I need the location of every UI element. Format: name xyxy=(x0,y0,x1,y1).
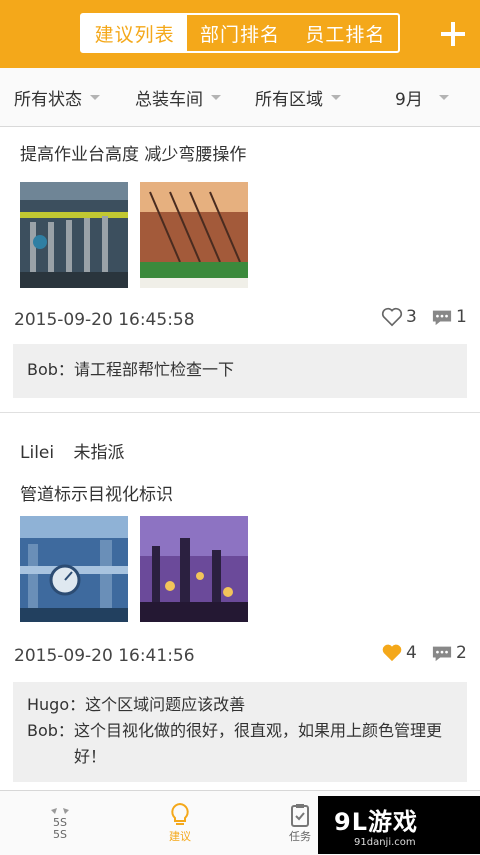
comment-text: 请工程部帮忙检查一下 xyxy=(73,360,234,379)
post-photo-1[interactable] xyxy=(20,516,128,622)
comment-count-text: 2 xyxy=(456,643,467,663)
comment-bubble-icon xyxy=(432,310,452,326)
watermark-logo: 9L游戏 91danji.com xyxy=(318,796,480,854)
post-timestamp: 2015-09-20 16:45:58 xyxy=(14,310,195,330)
caret-down-icon xyxy=(90,94,100,100)
filter-bar: 所有状态 总装车间 所有区域 9月 xyxy=(0,68,480,127)
filter-workshop-label: 总装车间 xyxy=(135,89,203,110)
comment-text: 这个目视化做的很好，很直观，如果用上颜色管理更好！ xyxy=(73,721,442,766)
comment-bubble-icon xyxy=(432,646,452,662)
comment-text: 这个区域问题应该改善 xyxy=(85,695,246,714)
nav-5s[interactable]: 5S 5S xyxy=(20,791,100,855)
like-count-text: 3 xyxy=(406,307,417,327)
post-author-line: Lilei 未指派 xyxy=(20,438,125,463)
post-timestamp: 2015-09-20 16:41:56 xyxy=(14,646,195,666)
post-status: 未指派 xyxy=(73,443,125,463)
filter-workshop[interactable]: 总装车间 xyxy=(135,68,221,126)
tab-suggestion-list[interactable]: 建议列表 xyxy=(82,15,188,51)
svg-text:5S: 5S xyxy=(53,816,67,828)
post-title: 管道标示目视化标识 xyxy=(20,485,173,505)
comment-box: Bob： 请工程部帮忙检查一下 xyxy=(13,344,467,398)
segmented-tabs: 建议列表 部门排名 员工排名 xyxy=(80,13,400,53)
post-title: 提高作业台高度 减少弯腰操作 xyxy=(20,145,247,165)
tab-employee-ranking[interactable]: 员工排名 xyxy=(293,15,398,51)
lightbulb-icon xyxy=(171,802,189,825)
post-photo-2[interactable] xyxy=(140,182,248,288)
5s-icon: 5S xyxy=(51,807,69,828)
like-count[interactable]: 3 xyxy=(381,307,417,327)
comment-line: Hugo： 这个区域问题应该改善 xyxy=(27,692,453,718)
comment-author: Bob： xyxy=(27,360,74,379)
plus-icon[interactable] xyxy=(440,16,466,52)
watermark-sub: 91danji.com xyxy=(354,837,416,848)
filter-month-label: 9月 xyxy=(395,89,423,110)
nav-suggestion-label: 建议 xyxy=(169,830,191,843)
caret-down-icon xyxy=(211,94,221,100)
filter-status[interactable]: 所有状态 xyxy=(14,68,100,126)
divider xyxy=(0,412,480,413)
clipboard-icon xyxy=(291,804,309,827)
nav-task-label: 任务 xyxy=(289,830,311,843)
comment-count-text: 1 xyxy=(456,307,467,327)
caret-down-icon xyxy=(438,94,449,100)
comment-box: Hugo： 这个区域问题应该改善 Bob： 这个目视化做的很好，很直观，如果用上… xyxy=(13,682,467,782)
comment-count[interactable]: 2 xyxy=(431,643,467,663)
heart-outline-icon xyxy=(381,307,403,327)
filter-area-label: 所有区域 xyxy=(255,89,323,110)
comment-author: Hugo： xyxy=(27,695,86,714)
watermark-main: 9L游戏 xyxy=(334,808,418,836)
filter-month[interactable]: 9月 xyxy=(395,68,449,126)
comment-line: Bob： 这个目视化做的很好，很直观，如果用上颜色管理更好！ xyxy=(27,718,453,770)
top-bar: 建议列表 部门排名 员工排名 xyxy=(0,0,480,68)
nav-5s-label: 5S xyxy=(53,827,67,841)
post-author: Lilei xyxy=(20,443,55,463)
caret-down-icon xyxy=(331,94,341,100)
tab-department-ranking[interactable]: 部门排名 xyxy=(187,15,292,51)
heart-filled-icon xyxy=(382,644,402,662)
like-count[interactable]: 4 xyxy=(381,643,417,663)
comment-author: Bob： xyxy=(27,721,74,740)
comment-count[interactable]: 1 xyxy=(431,307,467,327)
like-count-text: 4 xyxy=(406,643,417,663)
nav-suggestion[interactable]: 建议 xyxy=(140,791,220,855)
post-photo-2[interactable] xyxy=(140,516,248,622)
post-photo-1[interactable] xyxy=(20,182,128,288)
filter-status-label: 所有状态 xyxy=(14,89,82,110)
filter-area[interactable]: 所有区域 xyxy=(255,68,341,126)
comment-line: Bob： 请工程部帮忙检查一下 xyxy=(27,357,453,383)
suggestion-item[interactable]: Lilei 未指派 管道标示目视化标识 2015-09-20 16:41:56 … xyxy=(0,414,480,790)
suggestion-item[interactable]: 提高作业台高度 减少弯腰操作 2015-09-20 16:45:58 3 1 B… xyxy=(0,126,480,414)
